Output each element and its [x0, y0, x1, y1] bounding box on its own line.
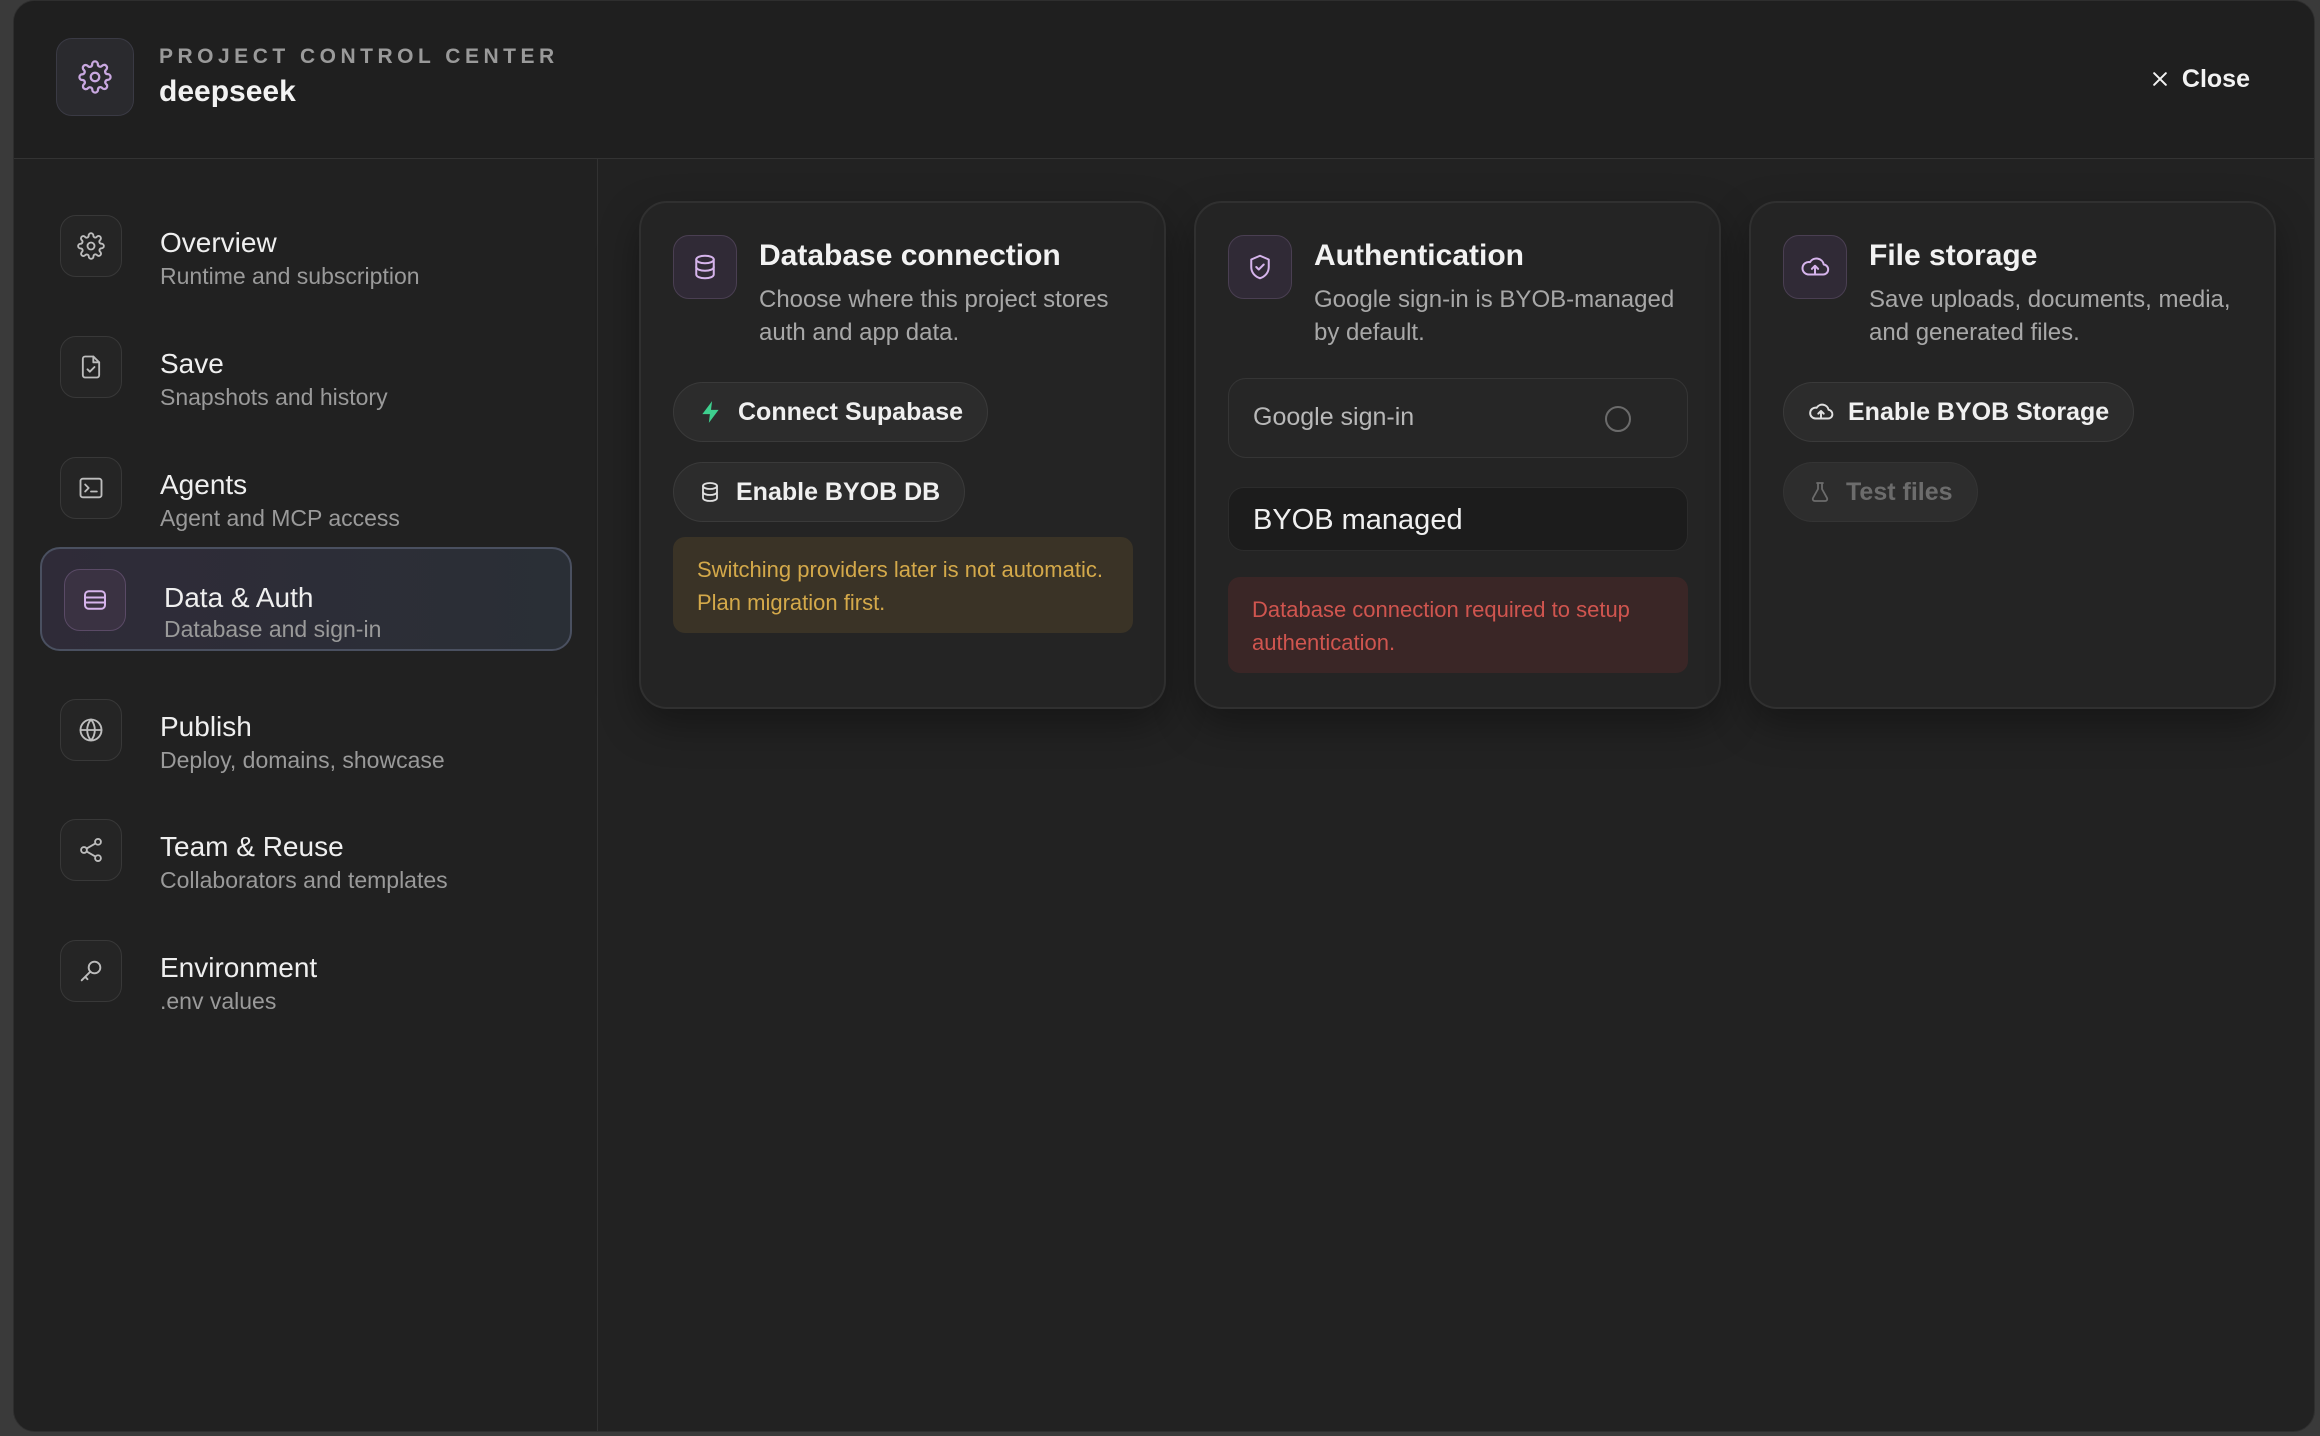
sidebar-item-publish[interactable]: Publish Deploy, domains, showcase: [40, 669, 572, 773]
shield-check-icon: [1228, 235, 1292, 299]
header: PROJECT CONTROL CENTER deepseek Close: [14, 1, 2314, 159]
sidebar-item-environment[interactable]: Environment .env values: [40, 910, 572, 1014]
button-label: Test files: [1846, 477, 1953, 506]
card-description: Google sign-in is BYOB-managed by defaul…: [1314, 286, 1675, 346]
card-description: Save uploads, documents, media, and gene…: [1869, 286, 2231, 346]
enable-byob-storage-button[interactable]: Enable BYOB Storage: [1783, 382, 2135, 442]
sidebar-item-agents[interactable]: Agents Agent and MCP access: [40, 427, 572, 531]
button-label: Connect Supabase: [738, 397, 964, 426]
cloud-upload-icon: [1809, 403, 1834, 420]
migration-warning: Switching providers later is not automat…: [673, 537, 1133, 633]
terminal-icon: [60, 457, 122, 519]
card-title: Database connection: [759, 239, 1061, 272]
google-signin-label: Google sign-in: [1253, 403, 1415, 431]
header-kicker: PROJECT CONTROL CENTER: [159, 45, 559, 68]
authentication-card: Authentication Google sign-in is BYOB-ma…: [1194, 201, 1721, 709]
close-icon: [2153, 72, 2167, 86]
sidebar: Overview Runtime and subscription Save S…: [14, 159, 598, 1431]
button-label: Enable BYOB DB: [736, 477, 941, 506]
control-center-window: PROJECT CONTROL CENTER deepseek Close Ov…: [13, 0, 2315, 1432]
sidebar-item-subtitle: .env values: [160, 988, 277, 1014]
lightning-icon: [702, 401, 719, 423]
sidebar-item-title: Agents: [160, 469, 248, 500]
flask-icon: [1811, 482, 1829, 502]
enable-byob-db-button[interactable]: Enable BYOB DB: [673, 462, 966, 522]
file-check-icon: [60, 336, 122, 398]
database-icon: [64, 569, 126, 631]
card-title: File storage: [1869, 239, 2038, 272]
sidebar-item-subtitle: Agent and MCP access: [160, 505, 400, 531]
close-label: Close: [2181, 64, 2250, 93]
sidebar-item-title: Team & Reuse: [160, 831, 344, 862]
sidebar-item-subtitle: Runtime and subscription: [160, 263, 420, 289]
sidebar-item-subtitle: Collaborators and templates: [160, 867, 448, 893]
sidebar-item-subtitle: Deploy, domains, showcase: [160, 747, 445, 773]
auth-provider-select[interactable]: BYOB managed: [1228, 487, 1688, 551]
gear-icon: [56, 38, 134, 116]
sidebar-item-data-auth[interactable]: Data & Auth Database and sign-in: [40, 547, 572, 651]
sidebar-item-title: Environment: [160, 952, 318, 983]
auth-error-message: Database connection required to setup au…: [1228, 577, 1688, 673]
sidebar-item-subtitle: Snapshots and history: [160, 384, 388, 410]
key-icon: [60, 940, 122, 1002]
sidebar-item-subtitle: Database and sign-in: [164, 616, 382, 642]
database-icon: [702, 482, 718, 502]
sidebar-item-title: Publish: [160, 711, 252, 742]
close-button[interactable]: Close: [2150, 59, 2250, 99]
google-signin-toggle[interactable]: [1605, 406, 1631, 432]
sidebar-item-team-reuse[interactable]: Team & Reuse Collaborators and templates: [40, 789, 572, 893]
card-description: Choose where this project stores auth an…: [759, 286, 1109, 346]
cloud-upload-icon: [1783, 235, 1847, 299]
database-card: Database connection Choose where this pr…: [639, 201, 1166, 709]
database-icon: [673, 235, 737, 299]
card-title: Authentication: [1314, 239, 1524, 272]
globe-icon: [60, 699, 122, 761]
sidebar-item-title: Save: [160, 348, 224, 379]
test-files-button[interactable]: Test files: [1783, 462, 1978, 522]
file-storage-card: File storage Save uploads, documents, me…: [1749, 201, 2276, 709]
sidebar-item-title: Data & Auth: [164, 582, 314, 613]
button-label: Enable BYOB Storage: [1848, 397, 2110, 426]
sidebar-item-title: Overview: [160, 227, 277, 258]
sidebar-item-overview[interactable]: Overview Runtime and subscription: [40, 185, 572, 289]
project-name: deepseek: [159, 75, 296, 108]
gear-icon: [60, 215, 122, 277]
sidebar-item-save[interactable]: Save Snapshots and history: [40, 306, 572, 410]
share-icon: [60, 819, 122, 881]
google-signin-row: Google sign-in: [1228, 378, 1688, 458]
connect-supabase-button[interactable]: Connect Supabase: [673, 382, 989, 442]
